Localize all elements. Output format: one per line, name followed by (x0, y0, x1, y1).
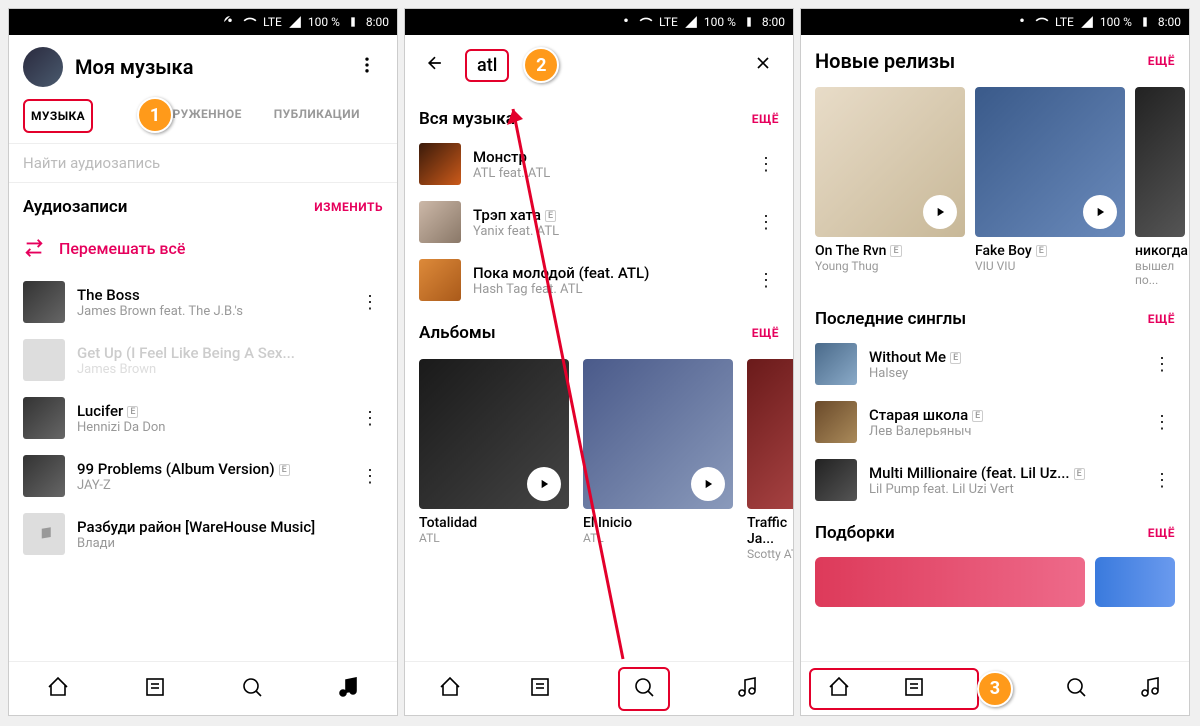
track-menu-icon[interactable]: ⋮ (753, 154, 779, 175)
tabs: МУЗЫКА ЗАГРУЖЕННОЕ ПУБЛИКАЦИИ 1 (9, 99, 397, 144)
bottom-nav (9, 661, 397, 715)
avatar[interactable] (23, 47, 63, 87)
search-header: atl 2 (405, 35, 793, 95)
track-row[interactable]: Get Up (I Feel Like Being A Sex...James … (9, 331, 397, 389)
nav-home-icon[interactable] (46, 675, 70, 703)
time-label: 8:00 (366, 15, 389, 29)
shuffle-button[interactable]: Перемешать всё (9, 223, 397, 273)
bottom-nav (405, 661, 793, 715)
track-menu-icon[interactable]: ⋮ (357, 466, 383, 487)
track-row[interactable]: Multi Millionaire (feat. Lil Uz...ELil P… (801, 451, 1189, 509)
network-label: LTE (263, 15, 282, 29)
nav-search-icon[interactable] (618, 667, 670, 711)
album-item[interactable]: Traffic Ja...Scotty ATL (747, 359, 793, 561)
header: Моя музыка (9, 35, 397, 99)
annotation-arrow (493, 89, 633, 669)
more-link[interactable]: ЕЩЁ (1148, 526, 1175, 540)
section-albums: Альбомы (419, 323, 496, 343)
clear-button[interactable] (747, 47, 779, 83)
phone-releases: LTE 100 % 8:00 Новые релизы ЕЩЁ On The R… (800, 8, 1190, 716)
more-link[interactable]: ЕЩЁ (752, 326, 779, 340)
phone-search: LTE 100 % 8:00 atl 2 Вся музыка ЕЩЁ Монс… (404, 8, 794, 716)
release-item[interactable]: никогдавышел по... (1135, 87, 1185, 287)
nav-music-icon[interactable] (1139, 675, 1163, 703)
section-audio-title: Аудиозаписи (23, 197, 127, 217)
nav-home-icon[interactable] (438, 675, 462, 703)
track-menu-icon[interactable]: ⋮ (357, 408, 383, 429)
compilations-row (801, 549, 1189, 615)
nav-search-icon[interactable] (1064, 675, 1088, 703)
compilation-item[interactable] (815, 557, 1085, 607)
more-link[interactable]: ЕЩЁ (1148, 312, 1175, 326)
track-menu-icon[interactable]: ⋮ (753, 212, 779, 233)
track-row[interactable]: The BossJames Brown feat. The J.B.'s⋮ (9, 273, 397, 331)
bottom-nav: 3 (801, 661, 1189, 715)
section-compilations: Подборки (815, 523, 895, 543)
track-row[interactable]: Without MeEHalsey⋮ (801, 335, 1189, 393)
more-link[interactable]: ЕЩЁ (1148, 54, 1175, 68)
shuffle-label: Перемешать всё (59, 239, 185, 258)
section-singles: Последние синглы (815, 309, 966, 329)
page-title: Моя музыка (75, 55, 339, 79)
more-link[interactable]: ЕЩЁ (752, 112, 779, 126)
tab-publications[interactable]: ПУБЛИКАЦИИ (268, 99, 366, 133)
track-menu-icon[interactable]: ⋮ (1149, 470, 1175, 491)
track-row[interactable]: Разбуди район [WareHouse Music]Влади (9, 505, 397, 563)
track-row[interactable]: LuciferEHennizi Da Don⋮ (9, 389, 397, 447)
back-button[interactable] (419, 47, 451, 83)
battery-label: 100 % (308, 15, 340, 29)
releases-row: On The RvnEYoung Thug Fake BoyEVIU VIU н… (801, 79, 1189, 295)
callout-3: 3 (977, 671, 1013, 707)
nav-search-icon[interactable] (240, 675, 264, 703)
section-releases: Новые релизы (815, 49, 955, 73)
status-bar: LTE 100 % 8:00 (405, 9, 793, 35)
phone-my-music: LTE 100 % 8:00 Моя музыка МУЗЫКА ЗАГРУЖЕ… (8, 8, 398, 716)
callout-2: 2 (523, 47, 559, 83)
play-icon[interactable] (1083, 195, 1117, 229)
play-icon[interactable] (691, 467, 725, 501)
search-input[interactable]: Найти аудиозапись (9, 144, 397, 183)
nav-music-icon[interactable] (736, 675, 760, 703)
callout-1: 1 (137, 97, 173, 133)
nav-music-icon[interactable] (337, 675, 361, 703)
overflow-menu-button[interactable] (351, 49, 383, 85)
track-menu-icon[interactable]: ⋮ (357, 292, 383, 313)
compilation-item[interactable] (1095, 557, 1175, 607)
nav-feed-icon[interactable] (143, 675, 167, 703)
track-menu-icon[interactable]: ⋮ (1149, 412, 1175, 433)
track-menu-icon[interactable]: ⋮ (1149, 354, 1175, 375)
release-item[interactable]: Fake BoyEVIU VIU (975, 87, 1125, 287)
track-row[interactable]: Старая школаEЛев Валерьяныч⋮ (801, 393, 1189, 451)
edit-link[interactable]: ИЗМЕНИТЬ (314, 200, 383, 214)
tab-music[interactable]: МУЗЫКА (23, 99, 93, 133)
play-icon[interactable] (923, 195, 957, 229)
release-item[interactable]: On The RvnEYoung Thug (815, 87, 965, 287)
search-input[interactable]: atl (465, 49, 509, 82)
track-menu-icon[interactable]: ⋮ (753, 270, 779, 291)
status-bar: LTE 100 % 8:00 (801, 9, 1189, 35)
status-bar: LTE 100 % 8:00 (9, 9, 397, 35)
nav-feed-icon[interactable] (528, 675, 552, 703)
track-row[interactable]: 99 Problems (Album Version)EJAY-Z⋮ (9, 447, 397, 505)
